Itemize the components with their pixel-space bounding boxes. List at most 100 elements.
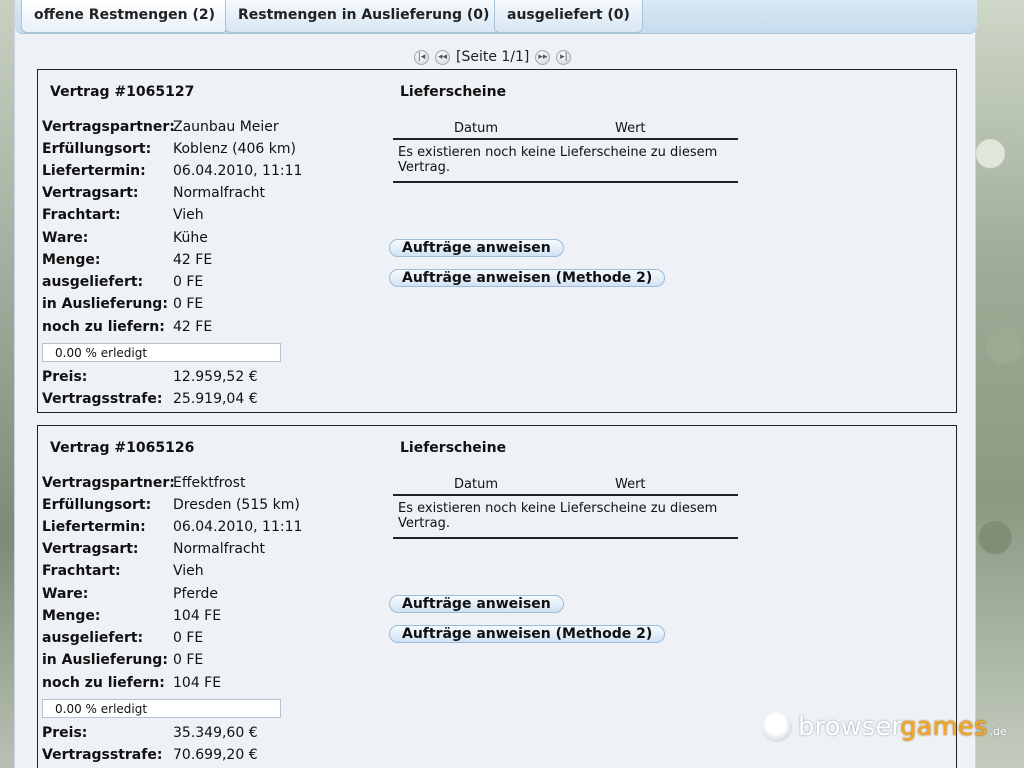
browsergames-watermark: browser games .de: [760, 710, 1007, 744]
field-art: Vertragsart: Normalfracht: [42, 541, 265, 557]
field-value: 0 FE: [173, 652, 204, 668]
field-label: Frachtart:: [42, 563, 121, 579]
field-label: Menge:: [42, 608, 101, 624]
auftraege-anweisen-methode2-button[interactable]: Aufträge anweisen (Methode 2): [389, 625, 666, 643]
field-ausgeliefert: ausgeliefert: 0 FE: [42, 630, 203, 646]
field-label: Frachtart:: [42, 207, 121, 223]
field-termin: Liefertermin: 06.04.2010, 11:11: [42, 519, 302, 535]
field-value: Koblenz (406 km): [173, 141, 296, 157]
first-page-icon[interactable]: |◂: [414, 49, 429, 65]
progress-text: 0.00 % erledigt: [55, 702, 148, 716]
tab-offene-restmengen[interactable]: offene Restmengen (2): [21, 0, 229, 33]
next-page-icon[interactable]: ▸▸: [535, 49, 551, 65]
field-ort: Erfüllungsort: Dresden (515 km): [42, 497, 300, 513]
column-wert: Wert: [615, 121, 646, 136]
field-value: 12.959,52 €: [173, 369, 258, 385]
field-label: ausgeliefert:: [42, 630, 144, 646]
field-label: Vertragsstrafe:: [42, 391, 163, 407]
field-label: Vertragsart:: [42, 185, 139, 201]
field-preis: Preis: 35.349,60 €: [42, 725, 258, 741]
field-value: 0 FE: [173, 274, 204, 290]
field-value: 104 FE: [173, 608, 222, 624]
field-menge: Menge: 42 FE: [42, 252, 212, 268]
field-value: Normalfracht: [173, 185, 265, 201]
lieferscheine-table: Datum Wert Es existieren noch keine Lief…: [393, 118, 738, 183]
field-value: Zaunbau Meier: [173, 119, 279, 135]
background-left: [0, 0, 14, 768]
field-value: 06.04.2010, 11:11: [173, 519, 303, 535]
field-label: noch zu liefern:: [42, 675, 165, 691]
field-label: Vertragsart:: [42, 541, 139, 557]
contract-title: Vertrag #1065126: [50, 440, 195, 456]
field-label: Preis:: [42, 369, 88, 385]
field-termin: Liefertermin: 06.04.2010, 11:11: [42, 163, 302, 179]
field-value: Vieh: [173, 563, 204, 579]
field-value: 06.04.2010, 11:11: [173, 163, 303, 179]
field-in-auslieferung: in Auslieferung: 0 FE: [42, 296, 203, 312]
field-value: 70.699,20 €: [173, 747, 258, 763]
prev-page-icon[interactable]: ◂◂: [435, 49, 450, 65]
field-label: Ware:: [42, 586, 89, 602]
field-label: in Auslieferung:: [42, 296, 168, 312]
field-partner: Vertragspartner:Effektfrost: [42, 475, 245, 491]
field-label: Liefertermin:: [42, 163, 146, 179]
field-noch: noch zu liefern: 42 FE: [42, 319, 212, 335]
field-label: Liefertermin:: [42, 519, 146, 535]
field-value: Vieh: [173, 207, 204, 223]
page-indicator: [Seite 1/1]: [456, 49, 530, 65]
field-noch: noch zu liefern: 104 FE: [42, 675, 221, 691]
table-empty-message: Es existieren noch keine Lieferscheine z…: [393, 496, 738, 539]
lieferscheine-table: Datum Wert Es existieren noch keine Lief…: [393, 474, 738, 539]
last-page-icon[interactable]: ▸|: [556, 49, 572, 65]
auftraege-anweisen-button[interactable]: Aufträge anweisen: [389, 595, 564, 613]
pager: |◂ ◂◂ [Seite 1/1] ▸▸ ▸|: [414, 46, 572, 68]
column-wert: Wert: [615, 477, 646, 492]
progress-bar: 0.00 % erledigt: [42, 699, 281, 718]
field-value: Effektfrost: [173, 475, 246, 491]
field-label: Erfüllungsort:: [42, 497, 152, 513]
lieferscheine-title: Lieferscheine: [400, 84, 507, 100]
field-label: noch zu liefern:: [42, 319, 165, 335]
field-label: Vertragsstrafe:: [42, 747, 163, 763]
field-value: 0 FE: [173, 296, 204, 312]
field-value: Kühe: [173, 230, 208, 246]
watermark-text-browser: browser: [798, 712, 903, 742]
field-value: Normalfracht: [173, 541, 265, 557]
field-ausgeliefert: ausgeliefert: 0 FE: [42, 274, 203, 290]
table-empty-message: Es existieren noch keine Lieferscheine z…: [393, 140, 738, 183]
field-ware: Ware: Pferde: [42, 586, 218, 602]
field-value: 35.349,60 €: [173, 725, 258, 741]
field-menge: Menge: 104 FE: [42, 608, 221, 624]
field-label: Ware:: [42, 230, 89, 246]
field-value: 42 FE: [173, 252, 213, 268]
watermark-text-games: games: [900, 712, 988, 742]
field-label: Menge:: [42, 252, 101, 268]
auftraege-anweisen-methode2-button[interactable]: Aufträge anweisen (Methode 2): [389, 269, 666, 287]
tab-bar: offene Restmengen (2) Restmengen in Ausl…: [15, 0, 977, 34]
progress-text: 0.00 % erledigt: [55, 346, 148, 360]
field-label: Erfüllungsort:: [42, 141, 152, 157]
auftraege-anweisen-button[interactable]: Aufträge anweisen: [389, 239, 564, 257]
field-value: 25.919,04 €: [173, 391, 258, 407]
lieferscheine-title: Lieferscheine: [400, 440, 507, 456]
field-fracht: Frachtart: Vieh: [42, 563, 204, 579]
field-strafe: Vertragsstrafe: 70.699,20 €: [42, 747, 258, 763]
field-value: 0 FE: [173, 630, 204, 646]
field-value: 104 FE: [173, 675, 222, 691]
field-value: Dresden (515 km): [173, 497, 300, 513]
tab-ausgeliefert[interactable]: ausgeliefert (0): [494, 0, 643, 33]
column-datum: Datum: [454, 121, 498, 136]
progress-bar: 0.00 % erledigt: [42, 343, 281, 362]
background-right: [976, 0, 1024, 768]
field-label: ausgeliefert:: [42, 274, 144, 290]
field-ware: Ware: Kühe: [42, 230, 208, 246]
field-fracht: Frachtart: Vieh: [42, 207, 204, 223]
field-label: in Auslieferung:: [42, 652, 168, 668]
field-value: Pferde: [173, 586, 218, 602]
watermark-logo-icon: [760, 710, 794, 744]
field-partner: Vertragspartner:Zaunbau Meier: [42, 119, 279, 135]
table-header: Datum Wert: [393, 118, 738, 140]
contract-title: Vertrag #1065127: [50, 84, 195, 100]
field-in-auslieferung: in Auslieferung: 0 FE: [42, 652, 203, 668]
tab-restmengen-in-auslieferung[interactable]: Restmengen in Auslieferung (0): [225, 0, 503, 33]
